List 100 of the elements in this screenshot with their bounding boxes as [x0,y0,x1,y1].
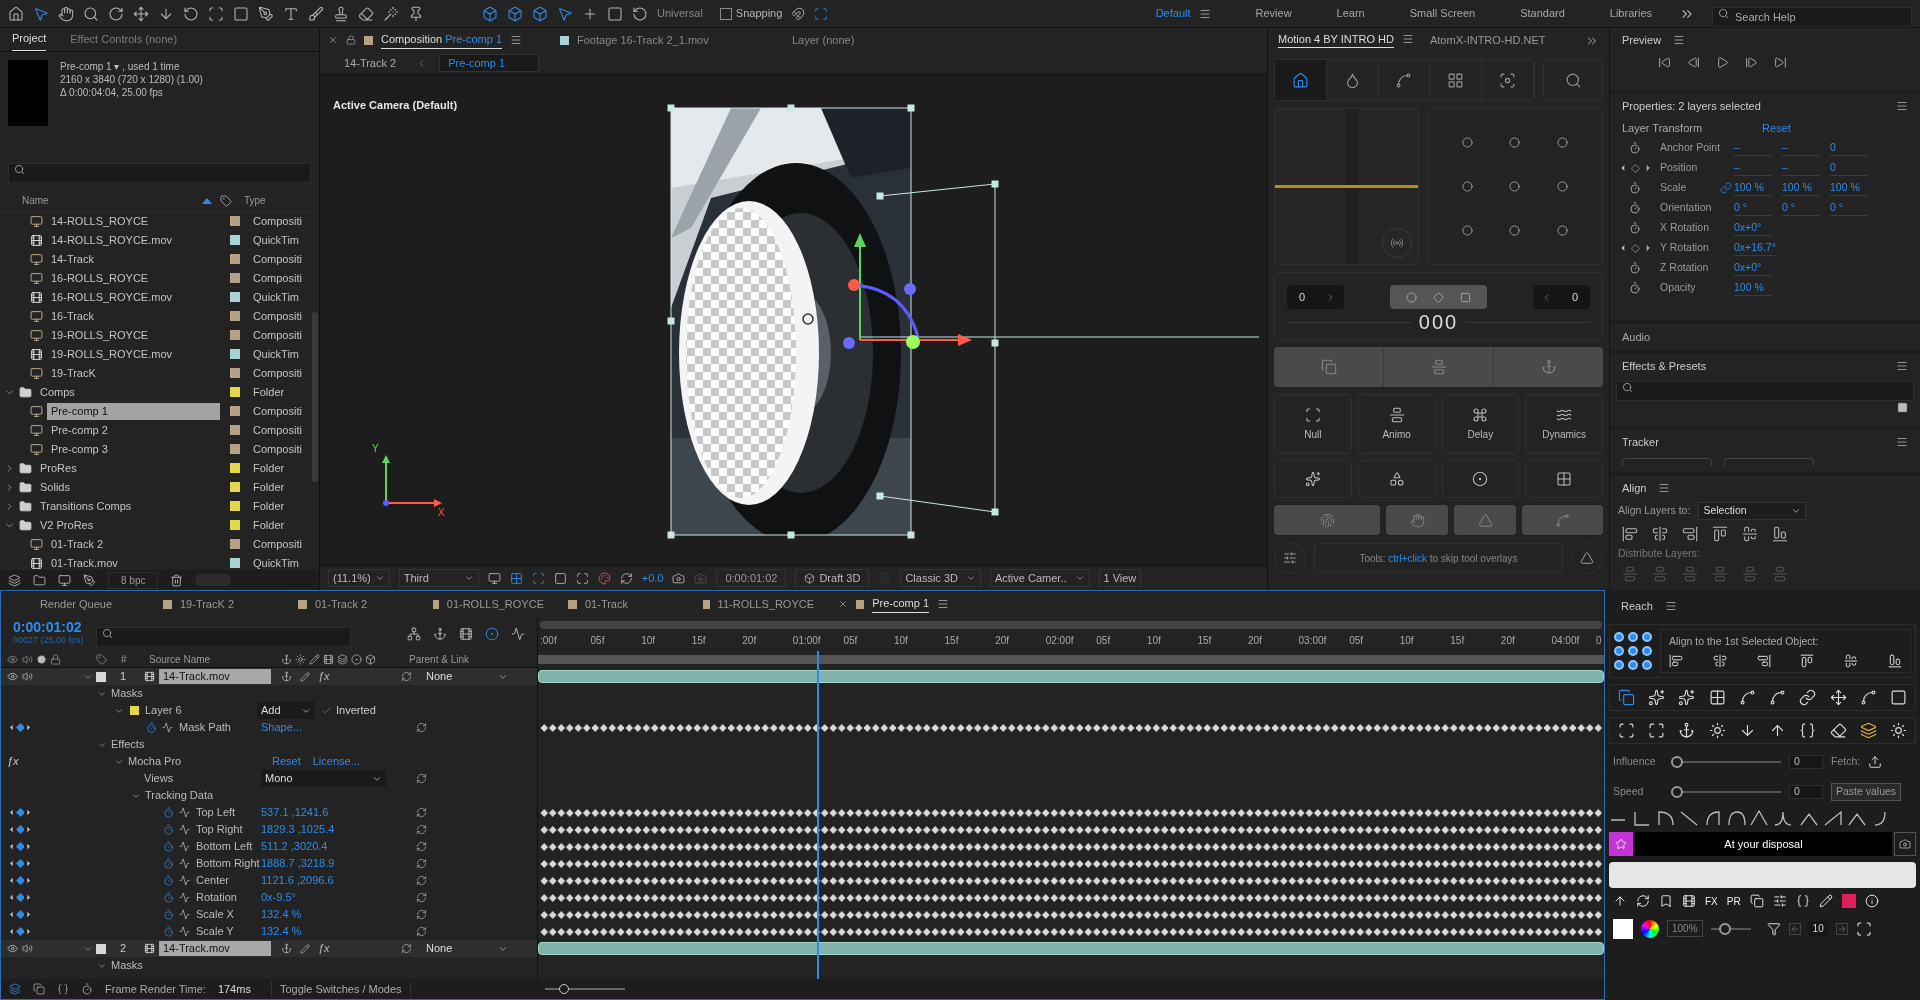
viewer-tab[interactable]: Layer (none) [792,31,855,49]
property-value[interactable]: 511.2 ,3020.4 [261,838,416,855]
project-item[interactable]: Solids [36,478,220,496]
draft-3d-button[interactable]: Draft 3D [795,568,870,588]
search-help-field[interactable]: Search Help [1712,6,1912,27]
toggle-switches-button[interactable]: Toggle Switches / Modes [270,980,411,998]
panel-tab[interactable]: Project [12,29,47,51]
project-item[interactable]: 01-Track 2 [47,535,220,553]
resolution-dropdown[interactable]: Third [398,568,479,588]
viewer-tab[interactable]: Composition Pre-comp 1 [381,31,503,49]
zoom-percent-field[interactable]: 100% [1667,920,1703,938]
inverted-checkbox[interactable]: Inverted [321,702,376,719]
panel-tab[interactable]: Motion 4 BY INTRO HD [1278,30,1394,48]
timeline-tab[interactable]: Render Queue [39,595,113,613]
motion-tool-button[interactable]: Delay [1441,394,1520,454]
paste-values-button[interactable]: Paste values [1831,782,1902,801]
property-value[interactable]: 0x+16.7° [1734,239,1776,257]
mask-mode-dropdown[interactable]: Add [257,702,315,719]
project-item[interactable]: 19-ROLLS_ROYCE.mov [47,345,220,363]
property-value[interactable]: 100 % [1782,179,1820,197]
timeline-tab[interactable]: 01-ROLLS_ROYCE [446,595,544,613]
timeline-tab[interactable]: 19-TracK 2 [180,595,234,613]
project-item[interactable]: 16-ROLLS_ROYCE.mov [47,288,220,306]
property-value[interactable]: 0x+0° [1734,259,1772,277]
property-value[interactable]: 100 % [1734,279,1772,297]
property-value[interactable]: – [1734,139,1772,157]
breadcrumb[interactable]: 14-Track 2 [336,54,405,72]
effect-link[interactable]: Reset [272,753,301,770]
property-value[interactable]: 100 % [1734,179,1772,197]
bit-depth-button[interactable]: 8 bpc [108,571,159,589]
property-value[interactable]: 0 ° [1782,199,1820,217]
breadcrumb[interactable]: Pre-comp 1 [439,53,540,73]
timeline-tab[interactable]: 11-ROLLS_ROYCE [717,595,814,613]
snapping-checkbox[interactable]: Snapping [719,5,783,22]
motion-tool-button[interactable]: Dynamics [1525,394,1603,454]
speed-field[interactable]: 0 [1789,784,1823,799]
view-layout-dropdown[interactable]: 1 View [1098,568,1142,588]
property-value[interactable]: 0 ° [1734,199,1772,217]
reset-link[interactable]: Reset [1762,119,1791,137]
workspace-tab[interactable]: Review [1255,5,1292,22]
project-item[interactable]: 14-ROLLS_ROYCE.mov [47,231,220,249]
project-item[interactable]: 16-Track [47,307,220,325]
timeline-tab[interactable]: 01-Track 2 [315,595,368,613]
camera-dropdown[interactable]: Active Camer.. [989,568,1090,588]
tool-label[interactable]: PR [1726,893,1741,909]
project-item[interactable]: 19-ROLLS_ROYCE [47,326,220,344]
property-value[interactable]: – [1734,159,1772,177]
property-value[interactable]: 537.1 ,1241.6 [261,804,416,821]
project-item[interactable]: 14-ROLLS_ROYCE [47,212,220,230]
workspace-tab[interactable]: Default [1155,5,1191,22]
renderer-dropdown[interactable]: Classic 3D [900,568,981,588]
property-value[interactable]: 0x+0° [1734,219,1772,237]
workspace-tab[interactable]: Standard [1520,5,1565,22]
property-value[interactable]: 1121.6 ,2096.6 [261,872,416,889]
workspace-tab[interactable]: Libraries [1609,5,1652,22]
property-value[interactable]: 1829.3 ,1025.4 [261,821,416,838]
property-value[interactable]: 0 [1830,139,1868,157]
project-item[interactable]: Pre-comp 3 [47,440,220,458]
property-value[interactable]: 132.4 % [261,923,416,940]
influence-field[interactable]: 0 [1789,754,1823,769]
tool-label[interactable]: FX [1705,893,1718,909]
project-item[interactable]: Pre-comp 1 [47,402,220,420]
project-item[interactable]: 14-Track [47,250,220,268]
timeline-tab[interactable]: 01-Track [585,595,628,613]
parent-dropdown[interactable]: None [422,668,512,685]
project-item[interactable]: Transitions Comps [36,497,220,515]
property-value[interactable]: – [1782,139,1820,157]
layer-name[interactable]: 14-Track.mov [159,669,271,684]
layer-name[interactable]: 14-Track.mov [159,941,271,956]
property-value[interactable]: 100 % [1830,179,1868,197]
panel-tab[interactable]: AtomX-INTRO-HD.NET [1429,31,1546,48]
workspace-tab[interactable]: Learn [1336,5,1365,22]
current-time-field[interactable]: 0:00:01:02 [716,568,787,588]
step-field[interactable]: 10 [1808,921,1828,937]
property-value[interactable]: 0x-9.5° [261,889,416,906]
property-value[interactable]: 0 ° [1830,199,1868,217]
property-value[interactable]: 1888.7 ,3218.9 [261,855,416,872]
current-time[interactable]: 0:00:01:02 [13,621,84,634]
project-item[interactable]: Comps [36,383,220,401]
workspace-tab[interactable]: Small Screen [1409,5,1476,22]
motion-tool-button[interactable]: Null [1274,394,1352,454]
property-value[interactable]: 132.4 % [261,906,416,923]
project-item[interactable]: V2 ProRes [36,516,220,534]
project-item[interactable]: 16-ROLLS_ROYCE [47,269,220,287]
exposure-value[interactable]: +0.0 [641,569,664,587]
property-value[interactable]: 0 [1830,159,1868,177]
panel-tab[interactable]: Effect Controls (none) [70,30,178,51]
viewer-tab[interactable]: Footage 16-Track 2_1.mov [577,31,709,49]
align-target-dropdown[interactable]: Selection [1698,502,1807,520]
motion-tool-button[interactable]: Animo [1357,394,1436,454]
timeline-tab[interactable]: Pre-comp 1 [872,595,929,613]
views-dropdown[interactable]: Mono [261,770,386,787]
project-item[interactable]: ProRes [36,459,220,477]
project-item[interactable]: Pre-comp 2 [47,421,220,439]
property-value[interactable]: – [1782,159,1820,177]
effect-link[interactable]: License... [312,753,360,770]
project-item[interactable]: 01-Track.mov [47,554,220,570]
zoom-dropdown[interactable]: (11.1%) [328,568,390,588]
property-value[interactable]: Shape... [261,719,416,736]
project-item[interactable]: 19-TracK [47,364,220,382]
